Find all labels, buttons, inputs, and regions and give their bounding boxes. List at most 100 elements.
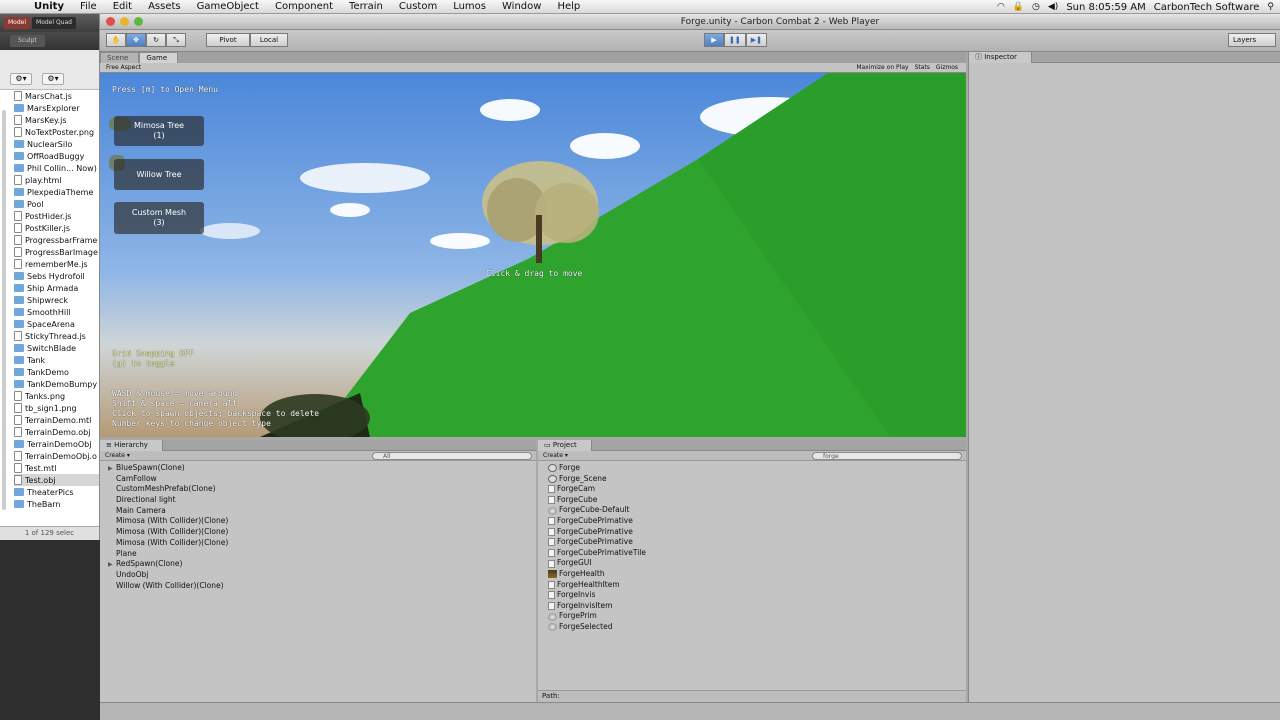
- finder-item[interactable]: PostKiller.js: [14, 222, 99, 234]
- project-item[interactable]: ForgeHealth: [538, 569, 966, 580]
- finder-item[interactable]: MarsExplorer: [14, 102, 99, 114]
- project-item[interactable]: ForgeGUI: [538, 558, 966, 569]
- maximize-on-play-toggle[interactable]: Maximize on Play: [856, 63, 908, 72]
- finder-item[interactable]: Pool: [14, 198, 99, 210]
- hierarchy-create-dropdown[interactable]: Create ▾: [105, 451, 130, 460]
- finder-item[interactable]: TerrainDemo.obj: [14, 426, 99, 438]
- finder-item[interactable]: TerrainDemo.mtl: [14, 414, 99, 426]
- hierarchy-search-input[interactable]: All: [372, 452, 532, 460]
- hierarchy-item[interactable]: Willow (With Collider)(Clone): [100, 581, 536, 592]
- finder-item[interactable]: MarsKey.js: [14, 114, 99, 126]
- hierarchy-item[interactable]: ▶ BlueSpawn(Clone): [100, 463, 536, 474]
- volume-icon[interactable]: ◀): [1048, 2, 1058, 12]
- project-item[interactable]: Forge_Scene: [538, 474, 966, 485]
- stats-toggle[interactable]: Stats: [915, 63, 930, 72]
- share-icon[interactable]: ⚙▾: [42, 73, 64, 85]
- hierarchy-item[interactable]: Mimosa (With Collider)(Clone): [100, 516, 536, 527]
- finder-item[interactable]: TankDemo: [14, 366, 99, 378]
- custom-mesh-button[interactable]: Custom Mesh (3): [114, 202, 204, 234]
- lock-icon[interactable]: 🔒: [1013, 2, 1024, 12]
- finder-scrollbar[interactable]: [2, 110, 6, 510]
- project-item[interactable]: ForgeHealthItem: [538, 580, 966, 591]
- project-item[interactable]: ForgeCube-Default: [538, 505, 966, 516]
- project-item[interactable]: ForgeInvisItem: [538, 601, 966, 612]
- menu-assets[interactable]: Assets: [140, 1, 189, 12]
- finder-item[interactable]: TheaterPics: [14, 486, 99, 498]
- menu-gameobject[interactable]: GameObject: [189, 1, 267, 12]
- willow-tree[interactable]: [472, 155, 612, 265]
- menu-custom[interactable]: Custom: [391, 1, 445, 12]
- menu-app-name[interactable]: Unity: [26, 1, 72, 12]
- tab-sculpt[interactable]: Sculpt: [10, 35, 45, 47]
- scale-tool-icon[interactable]: ⤡: [166, 33, 186, 47]
- inspector-tab[interactable]: ⓘ Inspector: [969, 51, 1032, 63]
- tab-model-quad[interactable]: Model Quad: [32, 17, 76, 29]
- finder-item[interactable]: NuclearSilo: [14, 138, 99, 150]
- tab-scene[interactable]: Scene: [100, 52, 140, 63]
- menu-component[interactable]: Component: [267, 1, 341, 12]
- menu-window[interactable]: Window: [494, 1, 549, 12]
- zoom-icon[interactable]: [134, 17, 143, 26]
- pause-icon[interactable]: ❚❚: [724, 33, 746, 47]
- finder-item[interactable]: TerrainDemoObj: [14, 438, 99, 450]
- project-create-dropdown[interactable]: Create ▾: [543, 451, 568, 460]
- project-item[interactable]: ForgeCubePrimative: [538, 516, 966, 527]
- finder-item[interactable]: TankDemoBumpy: [14, 378, 99, 390]
- menu-lumos[interactable]: Lumos: [445, 1, 494, 12]
- finder-item[interactable]: TerrainDemoObj.o: [14, 450, 99, 462]
- finder-item[interactable]: SwitchBlade: [14, 342, 99, 354]
- project-item[interactable]: ForgeCam: [538, 484, 966, 495]
- project-item[interactable]: ForgeCubePrimative: [538, 537, 966, 548]
- finder-item[interactable]: SmoothHill: [14, 306, 99, 318]
- project-search-input[interactable]: forge: [812, 452, 962, 460]
- aspect-dropdown[interactable]: Free Aspect: [106, 64, 141, 71]
- finder-item[interactable]: StickyThread.js: [14, 330, 99, 342]
- game-viewport[interactable]: Press [m] to Open Menu Mimosa Tree (1) W…: [100, 73, 966, 437]
- finder-item[interactable]: NoTextPoster.png: [14, 126, 99, 138]
- finder-item[interactable]: Sebs Hydrofoil: [14, 270, 99, 282]
- hierarchy-item[interactable]: CustomMeshPrefab(Clone): [100, 484, 536, 495]
- menu-terrain[interactable]: Terrain: [341, 1, 391, 12]
- finder-item[interactable]: ProgressbarFrame: [14, 234, 99, 246]
- project-tab[interactable]: ▭ Project: [538, 439, 592, 451]
- menu-edit[interactable]: Edit: [105, 1, 140, 12]
- hierarchy-item[interactable]: UndoObj: [100, 570, 536, 581]
- finder-item[interactable]: Ship Armada: [14, 282, 99, 294]
- finder-item[interactable]: OffRoadBuggy: [14, 150, 99, 162]
- hierarchy-item[interactable]: Mimosa (With Collider)(Clone): [100, 538, 536, 549]
- finder-item[interactable]: Tank: [14, 354, 99, 366]
- project-item[interactable]: ForgeCubePrimative: [538, 527, 966, 538]
- finder-item[interactable]: TheBarn: [14, 498, 99, 510]
- finder-item[interactable]: rememberMe.js: [14, 258, 99, 270]
- hierarchy-item[interactable]: Directional light: [100, 495, 536, 506]
- move-tool-icon[interactable]: ✥: [126, 33, 146, 47]
- pivot-button[interactable]: Pivot: [206, 33, 250, 47]
- hand-tool-icon[interactable]: ✋: [106, 33, 126, 47]
- spotlight-icon[interactable]: ⚲: [1267, 2, 1274, 12]
- rotate-tool-icon[interactable]: ↻: [146, 33, 166, 47]
- finder-item[interactable]: play.html: [14, 174, 99, 186]
- menubar-clock[interactable]: Sun 8:05:59 AM: [1066, 2, 1145, 13]
- finder-item[interactable]: Shipwreck: [14, 294, 99, 306]
- hierarchy-item[interactable]: Mimosa (With Collider)(Clone): [100, 527, 536, 538]
- finder-item[interactable]: SpaceArena: [14, 318, 99, 330]
- hierarchy-item[interactable]: Plane: [100, 549, 536, 560]
- gizmos-dropdown[interactable]: Gizmos: [936, 63, 958, 72]
- time-machine-icon[interactable]: ◷: [1032, 2, 1040, 12]
- tab-model[interactable]: Model: [4, 17, 31, 29]
- menubar-user[interactable]: CarbonTech Software: [1154, 2, 1260, 13]
- project-item[interactable]: ForgeCubePrimativeTile: [538, 548, 966, 559]
- finder-item[interactable]: PlexpediaTheme: [14, 186, 99, 198]
- minimize-icon[interactable]: [120, 17, 129, 26]
- willow-tree-button[interactable]: Willow Tree: [114, 159, 204, 190]
- close-icon[interactable]: [106, 17, 115, 26]
- play-icon[interactable]: ▶: [704, 33, 724, 47]
- project-item[interactable]: ForgeCube: [538, 495, 966, 506]
- menu-help[interactable]: Help: [549, 1, 588, 12]
- finder-item[interactable]: Test.mtl: [14, 462, 99, 474]
- hierarchy-item[interactable]: Main Camera: [100, 506, 536, 517]
- finder-item[interactable]: MarsChat.js: [14, 90, 99, 102]
- project-item[interactable]: ForgeSelected: [538, 622, 966, 633]
- finder-item[interactable]: ProgressBarImage: [14, 246, 99, 258]
- hierarchy-item[interactable]: CamFollow: [100, 474, 536, 485]
